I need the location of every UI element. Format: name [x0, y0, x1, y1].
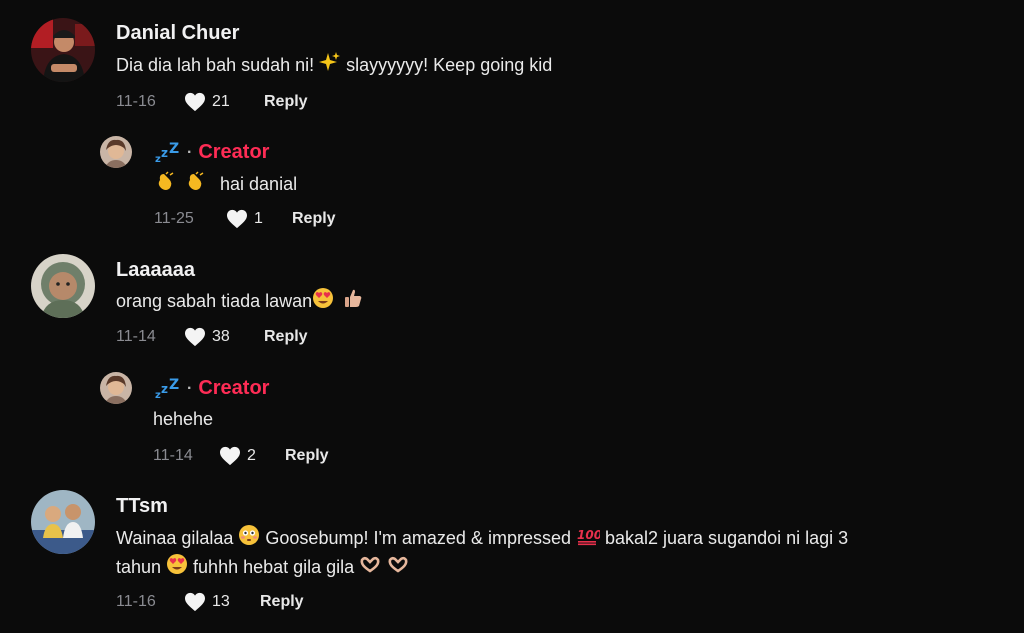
avatar[interactable]: [31, 254, 95, 318]
svg-text:z: z: [161, 146, 168, 160]
comment-text-part: fuhhh hebat gila gila: [188, 557, 360, 577]
heart-eyes-icon: [166, 553, 188, 584]
sparkles-icon: [319, 51, 341, 82]
creator-header: zzZ · Creator: [155, 141, 270, 165]
comment-author[interactable]: TTsm: [116, 495, 168, 518]
clapping-hands-icon: [155, 170, 179, 201]
comment-text-line-2: tahun fuhhh hebat gila gila: [116, 552, 409, 584]
avatar[interactable]: [31, 490, 95, 554]
svg-text:Z: Z: [169, 142, 179, 157]
flushed-face-icon: [238, 524, 260, 555]
reply-text-content: hehehe: [153, 409, 214, 429]
reply-text: hehehe: [153, 404, 213, 434]
reply-meta: 11-14 2 Reply: [153, 445, 329, 467]
comment-meta: 11-16 13 Reply: [116, 591, 304, 613]
heart-hands-icon: [387, 553, 409, 584]
like-count: 38: [212, 328, 230, 345]
comment-text-part: bakal2 juara sugandoi ni lagi 3: [599, 528, 849, 548]
comment-text: orang sabah tiada lawan: [116, 286, 364, 318]
thumbs-up-icon: [342, 287, 364, 318]
creator-avatar[interactable]: [100, 136, 132, 168]
comment-date: 11-14: [116, 328, 156, 345]
creator-header: zzZ · Creator: [155, 377, 270, 401]
like-count: 21: [212, 93, 230, 110]
heart-icon: [185, 327, 205, 347]
like-button[interactable]: 38: [184, 327, 264, 347]
comment-text-part: Goosebump! I'm amazed & impressed: [260, 528, 576, 548]
comment-text-part: Dia dia lah bah sudah ni!: [116, 55, 320, 75]
reply-meta: 11-25 1 Reply: [154, 208, 336, 230]
reply-button[interactable]: Reply: [264, 93, 308, 111]
like-button[interactable]: 2: [219, 446, 285, 466]
sleeping-zzz-icon: zzZ: [155, 377, 181, 401]
like-count: 1: [254, 210, 263, 227]
comment-date: 11-16: [116, 593, 156, 610]
reply-text: hai danial: [155, 169, 297, 201]
like-count: 13: [212, 593, 230, 610]
separator-dot: ·: [187, 143, 193, 161]
heart-hands-icon: [359, 553, 381, 584]
svg-text:100: 100: [577, 528, 600, 542]
heart-icon: [185, 592, 205, 612]
svg-text:Z: Z: [169, 378, 179, 393]
avatar[interactable]: [31, 18, 95, 82]
comment-text: Dia dia lah bah sudah ni! slayyyyyy! Kee…: [116, 50, 552, 82]
comment-author[interactable]: Laaaaaa: [116, 259, 195, 282]
clapping-hands-icon: [185, 170, 209, 201]
creator-badge: Creator: [198, 377, 270, 399]
reply-date: 11-25: [154, 210, 194, 227]
comment-meta: 11-16 21 Reply: [116, 91, 308, 113]
heart-eyes-icon: [312, 287, 334, 318]
like-button[interactable]: 21: [184, 92, 264, 112]
comment-author[interactable]: Danial Chuer: [116, 22, 239, 45]
comment-date: 11-16: [116, 93, 156, 110]
creator-badge: Creator: [198, 141, 270, 163]
separator-dot: ·: [187, 379, 193, 397]
reply-button[interactable]: Reply: [285, 447, 329, 465]
creator-avatar[interactable]: [100, 372, 132, 404]
reply-date: 11-14: [153, 447, 193, 464]
reply-text-content: hai danial: [220, 174, 298, 194]
comment-text-part: Wainaa gilalaa: [116, 528, 239, 548]
comment-meta: 11-14 38 Reply: [116, 326, 308, 348]
comment-text-part: slayyyyyy! Keep going kid: [341, 55, 553, 75]
like-count: 2: [247, 447, 256, 464]
comment-text-part: tahun: [116, 557, 167, 577]
svg-text:z: z: [161, 382, 168, 396]
like-button[interactable]: 13: [184, 592, 260, 612]
hundred-points-icon: 100: [576, 524, 602, 555]
reply-button[interactable]: Reply: [292, 210, 336, 228]
reply-button[interactable]: Reply: [264, 328, 308, 346]
sleeping-zzz-icon: zzZ: [155, 141, 181, 165]
heart-icon: [185, 92, 205, 112]
comment-text-line-1: Wainaa gilalaa Goosebump! I'm amazed & i…: [116, 523, 848, 555]
reply-button[interactable]: Reply: [260, 593, 304, 611]
comment-text-part: orang sabah tiada lawan: [116, 291, 313, 311]
heart-icon: [220, 446, 240, 466]
heart-icon: [227, 209, 247, 229]
like-button[interactable]: 1: [226, 209, 292, 229]
